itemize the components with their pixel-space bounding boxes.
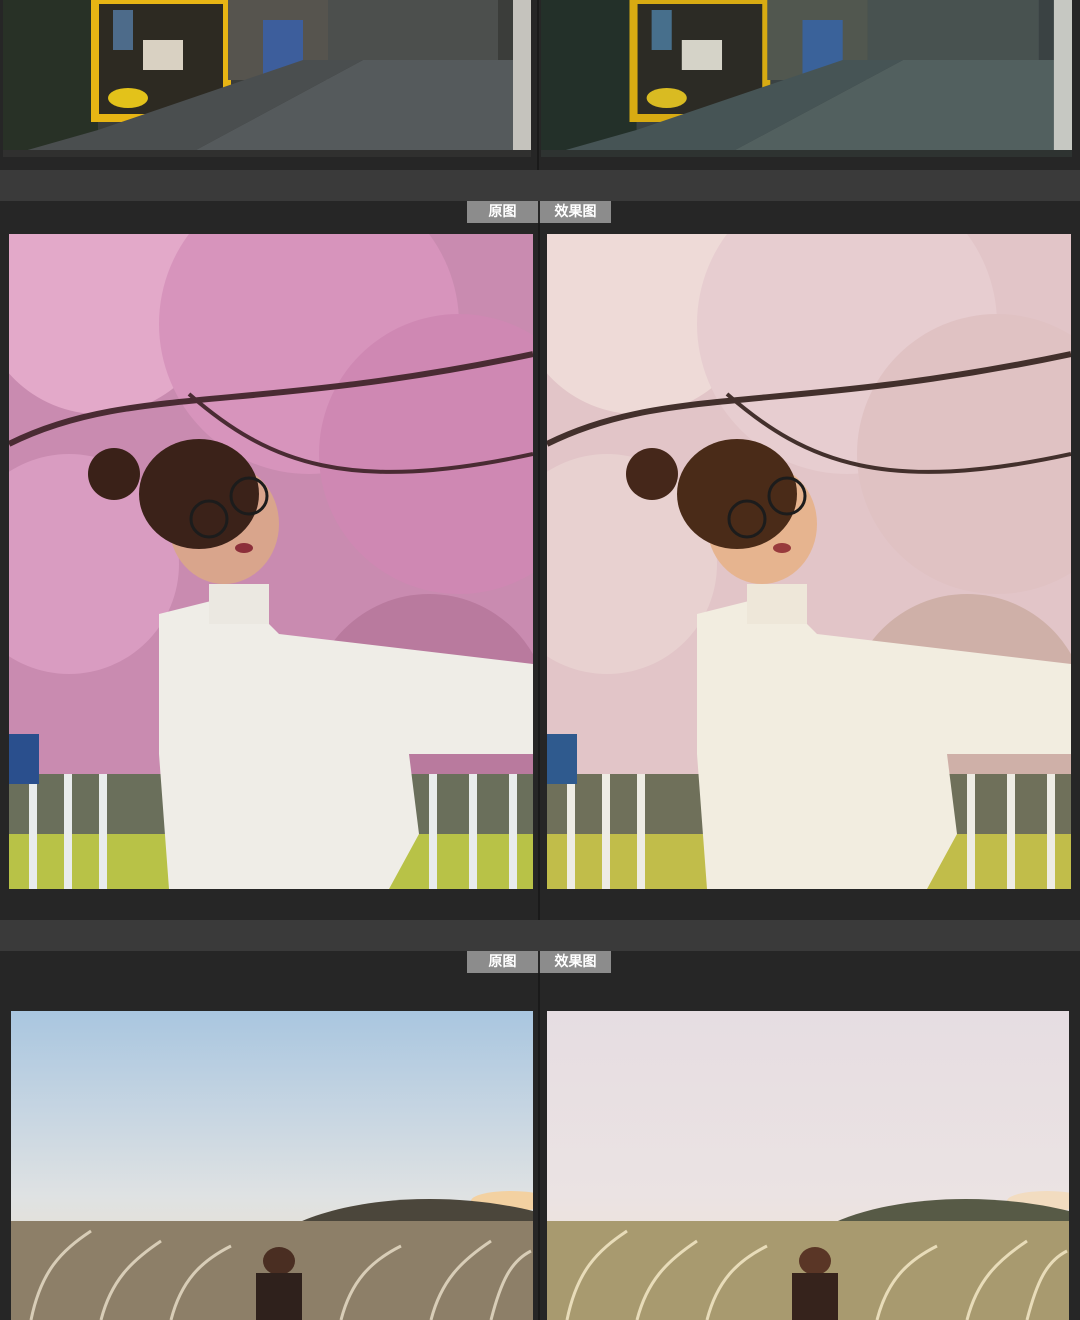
- original-label: 原图: [467, 951, 538, 973]
- blossom-photo-graded: [547, 234, 1071, 889]
- section-separator: [0, 170, 1080, 201]
- effect-label: 效果图: [540, 951, 611, 973]
- blossom-photo-original: [9, 234, 533, 889]
- comparison-panel-field: 原图 效果图: [0, 951, 1080, 1320]
- comparison-panel-blossom: 原图 效果图: [0, 201, 1080, 920]
- label-bar: 原图 效果图: [467, 201, 611, 223]
- comparison-panel-street: [0, 0, 1080, 170]
- section-separator: [0, 920, 1080, 951]
- street-photo-graded: [541, 0, 1072, 157]
- effect-label: 效果图: [540, 201, 611, 223]
- original-label: 原图: [467, 201, 538, 223]
- field-photo-graded: [547, 1011, 1069, 1320]
- street-photo-original: [3, 0, 531, 157]
- panel-divider: [538, 973, 540, 1320]
- field-photo-original: [11, 1011, 533, 1320]
- panel-divider: [538, 223, 540, 920]
- label-bar: 原图 效果图: [467, 951, 611, 973]
- panel-divider: [537, 0, 539, 170]
